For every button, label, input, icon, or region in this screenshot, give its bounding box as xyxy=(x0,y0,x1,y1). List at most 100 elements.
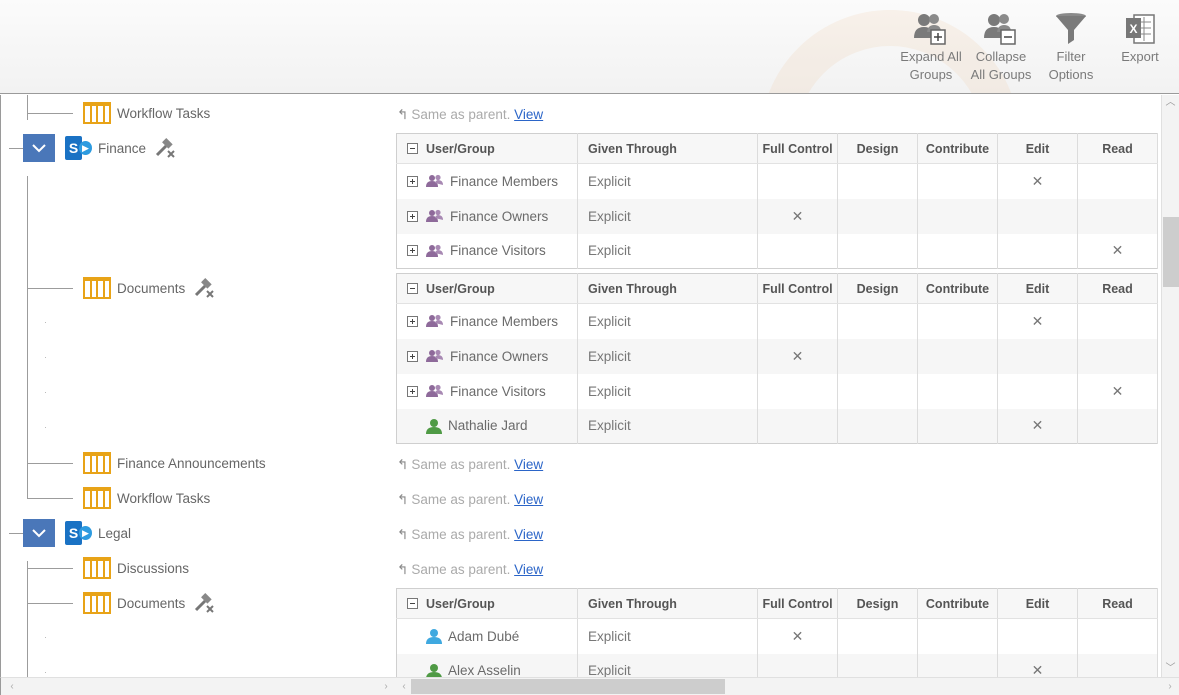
permission-header[interactable]: Edit xyxy=(997,133,1078,164)
permission-cell[interactable]: ✕ xyxy=(757,618,838,654)
permission-header[interactable]: Full Control xyxy=(757,133,838,164)
permission-cell[interactable] xyxy=(757,233,838,269)
permission-cell[interactable] xyxy=(837,198,918,234)
permission-header[interactable]: Full Control xyxy=(757,588,838,619)
permission-cell[interactable] xyxy=(837,408,918,444)
expand-group-icon[interactable] xyxy=(407,350,418,362)
tree-node-documents[interactable]: Documents xyxy=(83,589,215,617)
permission-header[interactable]: Contribute xyxy=(917,588,998,619)
export-button[interactable]: X Export xyxy=(1106,12,1174,66)
permission-cell[interactable] xyxy=(837,653,918,677)
unique-permissions-icon[interactable] xyxy=(193,593,215,613)
collapse-toggle-icon[interactable] xyxy=(407,283,418,294)
permission-cell[interactable]: ✕ xyxy=(997,653,1078,677)
permission-cell[interactable] xyxy=(917,618,998,654)
permission-cell[interactable] xyxy=(757,408,838,444)
scroll-down-icon[interactable]: ﹀ xyxy=(1162,661,1179,677)
horizontal-scrollbar[interactable]: ‹ › ‹ › xyxy=(0,677,1179,695)
permission-cell[interactable]: ✕ xyxy=(997,163,1078,199)
table-row[interactable]: Finance Owners Explicit ✕ xyxy=(396,198,1158,234)
table-row[interactable]: Finance Members Explicit ✕ xyxy=(396,303,1158,339)
permission-cell[interactable] xyxy=(1077,163,1158,199)
permission-header[interactable]: Edit xyxy=(997,588,1078,619)
permission-cell[interactable] xyxy=(837,373,918,409)
collapse-toggle-icon[interactable] xyxy=(407,598,418,609)
permission-header[interactable]: Read xyxy=(1077,133,1158,164)
permission-cell[interactable] xyxy=(1077,618,1158,654)
collapse-finance-button[interactable] xyxy=(23,134,55,162)
permission-cell[interactable] xyxy=(997,338,1078,374)
permission-cell[interactable] xyxy=(1077,198,1158,234)
table-row[interactable]: Adam Dubé Explicit ✕ xyxy=(396,618,1158,654)
table-row[interactable]: Finance Visitors Explicit ✕ xyxy=(396,373,1158,409)
permission-cell[interactable] xyxy=(837,163,918,199)
permission-cell[interactable] xyxy=(757,373,838,409)
horizontal-scroll-thumb[interactable] xyxy=(411,679,725,694)
permission-cell[interactable]: ✕ xyxy=(757,198,838,234)
view-link[interactable]: View xyxy=(514,562,543,577)
scroll-up-icon[interactable]: ︿ xyxy=(1162,95,1179,111)
vertical-scroll-thumb[interactable] xyxy=(1163,217,1179,287)
view-link[interactable]: View xyxy=(514,492,543,507)
collapse-all-groups-button[interactable]: Collapse All Groups xyxy=(967,12,1035,84)
collapse-legal-button[interactable] xyxy=(23,519,55,547)
view-link[interactable]: View xyxy=(514,457,543,472)
scroll-right-icon[interactable]: › xyxy=(379,678,393,695)
permission-header[interactable]: Design xyxy=(837,133,918,164)
given-through-header[interactable]: Given Through xyxy=(577,588,758,619)
permission-header[interactable]: Edit xyxy=(997,273,1078,304)
table-row[interactable]: Nathalie Jard Explicit ✕ xyxy=(396,408,1158,444)
given-through-header[interactable]: Given Through xyxy=(577,273,758,304)
user-group-header[interactable]: User/Group xyxy=(396,273,578,304)
permission-cell[interactable] xyxy=(837,233,918,269)
expand-group-icon[interactable] xyxy=(407,315,418,327)
view-link[interactable]: View xyxy=(514,527,543,542)
expand-group-icon[interactable] xyxy=(407,245,418,257)
tree-node-workflow-tasks[interactable]: Workflow Tasks xyxy=(83,484,210,512)
scroll-left-icon[interactable]: ‹ xyxy=(397,678,411,695)
permission-cell[interactable] xyxy=(917,338,998,374)
permission-cell[interactable] xyxy=(917,198,998,234)
table-row[interactable]: Finance Owners Explicit ✕ xyxy=(396,338,1158,374)
scroll-right-icon[interactable]: › xyxy=(1163,678,1177,695)
permission-cell[interactable] xyxy=(837,303,918,339)
expand-group-icon[interactable] xyxy=(407,175,418,187)
table-row[interactable]: Alex Asselin Explicit ✕ xyxy=(396,653,1158,677)
expand-group-icon[interactable] xyxy=(407,385,418,397)
permission-cell[interactable] xyxy=(917,303,998,339)
permission-cell[interactable] xyxy=(997,233,1078,269)
table-row[interactable]: Finance Visitors Explicit ✕ xyxy=(396,233,1158,269)
user-group-header[interactable]: User/Group xyxy=(396,133,578,164)
filter-options-button[interactable]: Filter Options xyxy=(1037,12,1105,84)
tree-node-discussions[interactable]: Discussions xyxy=(83,554,189,582)
permission-cell[interactable] xyxy=(997,373,1078,409)
permission-cell[interactable] xyxy=(917,163,998,199)
scroll-left-icon[interactable]: ‹ xyxy=(5,678,19,695)
tree-node-workflow-tasks[interactable]: Workflow Tasks xyxy=(83,99,210,127)
permission-cell[interactable]: ✕ xyxy=(997,408,1078,444)
expand-group-icon[interactable] xyxy=(407,210,418,222)
permission-header[interactable]: Full Control xyxy=(757,273,838,304)
permission-cell[interactable] xyxy=(837,618,918,654)
permission-cell[interactable] xyxy=(1077,408,1158,444)
permission-cell[interactable]: ✕ xyxy=(997,303,1078,339)
unique-permissions-icon[interactable] xyxy=(154,138,176,158)
permission-cell[interactable] xyxy=(1077,653,1158,677)
view-link[interactable]: View xyxy=(514,107,543,122)
tree-node-finance-site[interactable]: S ▶ Finance xyxy=(65,134,176,162)
user-group-header[interactable]: User/Group xyxy=(396,588,578,619)
permission-header[interactable]: Contribute xyxy=(917,133,998,164)
permission-cell[interactable] xyxy=(997,618,1078,654)
tree-node-legal-site[interactable]: S ▶ Legal xyxy=(65,519,131,547)
permission-header[interactable]: Contribute xyxy=(917,273,998,304)
permission-cell[interactable] xyxy=(757,303,838,339)
permission-header[interactable]: Read xyxy=(1077,588,1158,619)
permission-cell[interactable] xyxy=(757,163,838,199)
permission-cell[interactable] xyxy=(997,198,1078,234)
permission-cell[interactable] xyxy=(917,373,998,409)
permission-cell[interactable] xyxy=(1077,338,1158,374)
given-through-header[interactable]: Given Through xyxy=(577,133,758,164)
permission-cell[interactable]: ✕ xyxy=(1077,233,1158,269)
permission-cell[interactable]: ✕ xyxy=(757,338,838,374)
permission-header[interactable]: Read xyxy=(1077,273,1158,304)
